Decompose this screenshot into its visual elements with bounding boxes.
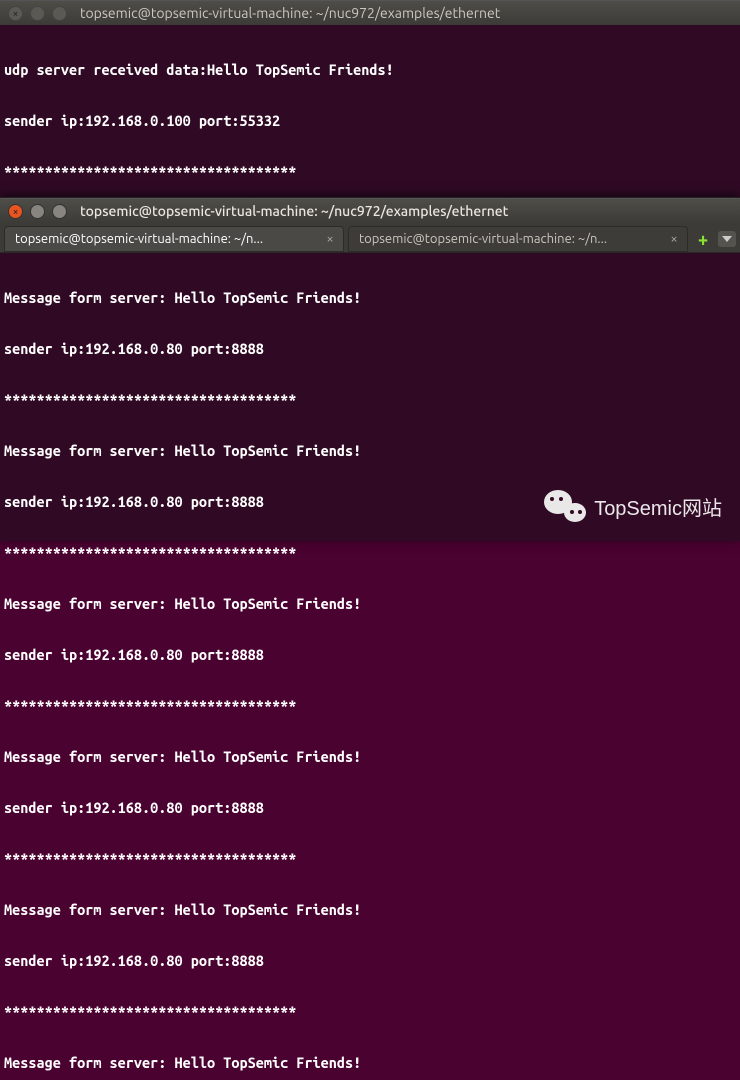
terminal-line: Message form server: Hello TopSemic Frie… xyxy=(4,289,736,306)
close-icon[interactable]: × xyxy=(8,204,23,219)
terminal-line: ************************************ xyxy=(4,163,736,180)
terminal-line: sender ip:192.168.0.80 port:8888 xyxy=(4,340,736,357)
terminal-line: sender ip:192.168.0.100 port:55332 xyxy=(4,112,736,129)
tab-close-icon[interactable]: × xyxy=(323,232,337,246)
watermark-text: TopSemic网站 xyxy=(594,492,722,521)
titlebar-bottom[interactable]: × topsemic@topsemic-virtual-machine: ~/n… xyxy=(0,198,740,223)
terminal-line: ************************************ xyxy=(4,391,736,408)
terminal-line: ************************************ xyxy=(4,850,736,867)
terminal-line: Message form server: Hello TopSemic Frie… xyxy=(4,595,736,612)
terminal-line: ************************************ xyxy=(4,1003,736,1020)
terminal-line: udp server received data:Hello TopSemic … xyxy=(4,61,736,78)
terminal-line: ************************************ xyxy=(4,544,736,561)
maximize-icon[interactable] xyxy=(52,6,67,21)
terminal-line: Message form server: Hello TopSemic Frie… xyxy=(4,1054,736,1071)
minimize-icon[interactable] xyxy=(30,6,45,21)
tab-menu-button[interactable] xyxy=(718,231,736,247)
tab-close-icon[interactable]: × xyxy=(667,232,681,246)
tab-terminal-1[interactable]: topsemic@topsemic-virtual-machine: ~/n..… xyxy=(4,226,344,252)
titlebar-top[interactable]: × topsemic@topsemic-virtual-machine: ~/n… xyxy=(0,0,740,25)
terminal-line: sender ip:192.168.0.80 port:8888 xyxy=(4,952,736,969)
tab-label: topsemic@topsemic-virtual-machine: ~/n..… xyxy=(15,232,317,246)
new-tab-button[interactable]: + xyxy=(692,227,714,252)
tab-terminal-2[interactable]: topsemic@topsemic-virtual-machine: ~/n..… xyxy=(348,226,688,252)
tab-bar: topsemic@topsemic-virtual-machine: ~/n..… xyxy=(0,223,740,253)
terminal-line: Message form server: Hello TopSemic Frie… xyxy=(4,442,736,459)
terminal-line: ************************************ xyxy=(4,697,736,714)
terminal-output-top[interactable]: udp server received data:Hello TopSemic … xyxy=(0,25,740,197)
close-icon[interactable]: × xyxy=(8,6,23,21)
terminal-line: sender ip:192.168.0.80 port:8888 xyxy=(4,799,736,816)
terminal-line: sender ip:192.168.0.80 port:8888 xyxy=(4,646,736,663)
minimize-icon[interactable] xyxy=(30,204,45,219)
terminal-line: Message form server: Hello TopSemic Frie… xyxy=(4,901,736,918)
tab-label: topsemic@topsemic-virtual-machine: ~/n..… xyxy=(359,232,661,246)
watermark: TopSemic网站 xyxy=(544,488,722,524)
window-title-top: topsemic@topsemic-virtual-machine: ~/nuc… xyxy=(80,5,500,21)
window-title-bottom: topsemic@topsemic-virtual-machine: ~/nuc… xyxy=(80,203,508,219)
terminal-line: Message form server: Hello TopSemic Frie… xyxy=(4,748,736,765)
terminal-window-top: × topsemic@topsemic-virtual-machine: ~/n… xyxy=(0,0,740,197)
maximize-icon[interactable] xyxy=(52,204,67,219)
wechat-icon xyxy=(544,488,586,524)
